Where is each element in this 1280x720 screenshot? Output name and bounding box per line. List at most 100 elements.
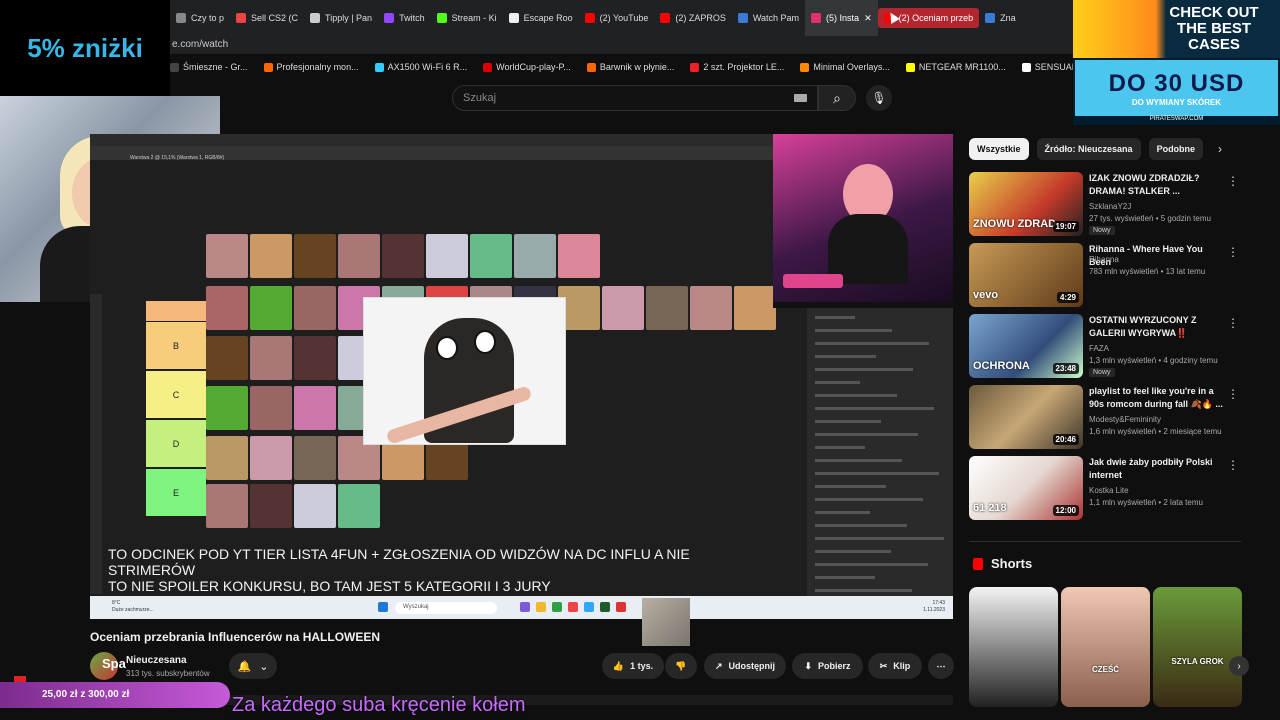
divider (969, 541, 1241, 542)
tier-face-thumbnail (602, 286, 644, 330)
photoshop-toolbar (90, 294, 102, 594)
bookmark-item[interactable]: Barwnik w płynie... (586, 62, 675, 72)
more-vertical-icon[interactable]: ⋮ (1227, 387, 1239, 401)
tab-favicon-icon (660, 13, 671, 23)
overlay-thumbnail (642, 598, 690, 646)
address-bar[interactable]: e.com/watch (170, 36, 1080, 54)
tab-favicon-icon (737, 13, 748, 23)
like-count: 1 tys. (630, 661, 654, 671)
more-actions-button[interactable]: ⋯ (928, 653, 954, 679)
video-thumbnail[interactable]: 61 218 12:00 (969, 456, 1083, 520)
bookmark-item[interactable]: 2 szt. Projektor LE... (690, 62, 784, 72)
shorts-title: Shorts (991, 556, 1033, 571)
channel-name[interactable]: Kostka Lite (1089, 486, 1129, 495)
recommended-video[interactable]: ZNOWU ZDRAD 19:07 IZAK ZNOWU ZDRADZIŁ? DRA… (969, 172, 1241, 238)
video-duration: 20:46 (1052, 434, 1079, 445)
browser-tab[interactable]: Watch Pam (732, 0, 805, 36)
short-video[interactable]: CZEŚĆ (1061, 587, 1150, 707)
more-vertical-icon[interactable]: ⋮ (1227, 316, 1239, 330)
short-video[interactable]: SZYLA GROK (1153, 587, 1242, 707)
video-title[interactable]: IZAK ZNOWU ZDRADZIŁ? DRAMA! STALKER ... (1089, 172, 1224, 198)
video-title[interactable]: playlist to feel like you're in a 90s ro… (1089, 385, 1224, 411)
video-title[interactable]: OSTATNI WYRZUCONY Z GALERII WYGRYWA‼️ (1089, 314, 1224, 340)
chevron-down-icon: ⌄ (259, 660, 269, 673)
tier-face-thumbnail (250, 234, 292, 278)
browser-tab[interactable]: (2) YouTube (579, 0, 655, 36)
recommended-video[interactable]: 61 218 12:00 Jak dwie żaby podbiły Polski … (969, 456, 1241, 522)
bell-icon: 🔔 (237, 660, 252, 673)
browser-tab[interactable]: (2) ZAPROS (654, 0, 732, 36)
video-duration: 19:07 (1052, 221, 1079, 232)
tab-favicon-icon (584, 13, 595, 23)
browser-tab[interactable]: Tipply | Pan (304, 0, 378, 36)
channel-name[interactable]: Rihanna (1089, 255, 1119, 264)
notification-bell-button[interactable]: 🔔 ⌄ (229, 653, 277, 679)
chevron-right-icon[interactable]: › (1218, 142, 1222, 156)
filter-chip[interactable]: Podobne (1148, 138, 1204, 160)
bookmark-favicon-icon (800, 62, 810, 72)
filter-chip[interactable]: Źródło: Nieuczesana (1036, 138, 1141, 160)
tab-label: Twitch (399, 13, 425, 23)
tier-face-thumbnail (206, 336, 248, 380)
recommended-video[interactable]: 20:46 playlist to feel like you're in a 9… (969, 385, 1241, 451)
tier-face-thumbnail (206, 484, 248, 528)
more-vertical-icon[interactable]: ⋮ (1227, 458, 1239, 472)
keyboard-icon[interactable] (794, 94, 807, 102)
tier-face-thumbnail (294, 436, 336, 480)
tab-label: Czy to p (191, 13, 225, 23)
clip-button[interactable]: ✂ Klip (868, 653, 922, 679)
bookmark-item[interactable]: Profesjonalny mon... (263, 62, 359, 72)
photoshop-doc-title: Warstwa 2 @ 15,1% (Warstwa 1, RGB/8#) (130, 155, 225, 161)
search-button[interactable]: ⌕ (818, 85, 856, 111)
bookmark-favicon-icon (170, 62, 179, 72)
photoshop-layers-panel (807, 308, 953, 619)
more-vertical-icon[interactable]: ⋮ (1227, 245, 1239, 259)
channel-name[interactable]: Nieuczesana (126, 655, 187, 666)
browser-tab[interactable]: Zna (979, 0, 1022, 36)
tier-face-thumbnail (294, 336, 336, 380)
bookmark-item[interactable]: AX1500 Wi-Fi 6 R... (374, 62, 467, 72)
clip-label: Klip (893, 661, 911, 671)
voice-search-button[interactable]: 🎙 (866, 85, 892, 111)
avatar-label: Spa (102, 656, 126, 671)
bookmark-item[interactable]: NETGEAR MR1100... (905, 62, 1006, 72)
shorts-next-button[interactable]: › (1229, 656, 1249, 676)
short-video[interactable] (969, 587, 1058, 707)
bookmark-item[interactable]: Śmieszne - Gr... (170, 62, 248, 72)
video-thumbnail[interactable]: 20:46 (969, 385, 1083, 449)
channel-name[interactable]: Modesty&Femininity (1089, 415, 1161, 424)
share-button[interactable]: ↗ Udostępnij (704, 653, 786, 679)
tier-row-label (146, 301, 206, 321)
channel-name[interactable]: FAZA (1089, 344, 1109, 353)
search-input[interactable]: Szukaj (452, 85, 818, 111)
browser-tab[interactable]: Sell CS2 (C (230, 0, 304, 36)
browser-tab[interactable]: Escape Roo (503, 0, 579, 36)
browser-tab[interactable]: Czy to p (170, 0, 230, 36)
close-icon[interactable]: ✕ (864, 13, 872, 24)
video-player[interactable]: Warstwa 2 @ 15,1% (Warstwa 1, RGB/8#) BC… (90, 134, 953, 619)
bookmark-favicon-icon (263, 62, 273, 72)
bookmark-item[interactable]: Minimal Overlays... (800, 62, 890, 72)
bookmark-label: Barwnik w płynie... (599, 62, 675, 72)
like-button[interactable]: 👍 1 tys. (602, 653, 664, 679)
filter-chip[interactable]: Wszystkie (969, 138, 1029, 160)
recommended-video[interactable]: vevo 4:29 Rihanna - Where Have You Been Rih… (969, 243, 1241, 309)
download-button[interactable]: ⬇ Pobierz (792, 653, 863, 679)
browser-tab[interactable]: Stream - Ki (431, 0, 503, 36)
bookmark-item[interactable]: SENSUAL VANILL... (1021, 62, 1080, 72)
video-meta: 783 mln wyświetleń • 13 lat temu (1089, 267, 1206, 276)
tier-face-thumbnail (250, 386, 292, 430)
video-thumbnail[interactable]: vevo 4:29 (969, 243, 1083, 307)
browser-tab[interactable]: (5) Insta ✕ (805, 0, 878, 36)
panel-line (815, 420, 881, 423)
more-vertical-icon[interactable]: ⋮ (1227, 174, 1239, 188)
browser-tab[interactable]: Twitch (378, 0, 431, 36)
channel-name[interactable]: SzklanaY2J (1089, 202, 1131, 211)
dislike-button[interactable]: 👎 (665, 653, 697, 679)
video-thumbnail[interactable]: OCHRONA 23:48 (969, 314, 1083, 378)
tier-face-thumbnail (338, 234, 380, 278)
video-thumbnail[interactable]: ZNOWU ZDRAD 19:07 (969, 172, 1083, 236)
bookmark-item[interactable]: WorldCup-play-P... (483, 62, 571, 72)
video-title[interactable]: Jak dwie żaby podbiły Polski internet (1089, 456, 1224, 482)
recommended-video[interactable]: OCHRONA 23:48 OSTATNI WYRZUCONY Z GALERII … (969, 314, 1241, 380)
